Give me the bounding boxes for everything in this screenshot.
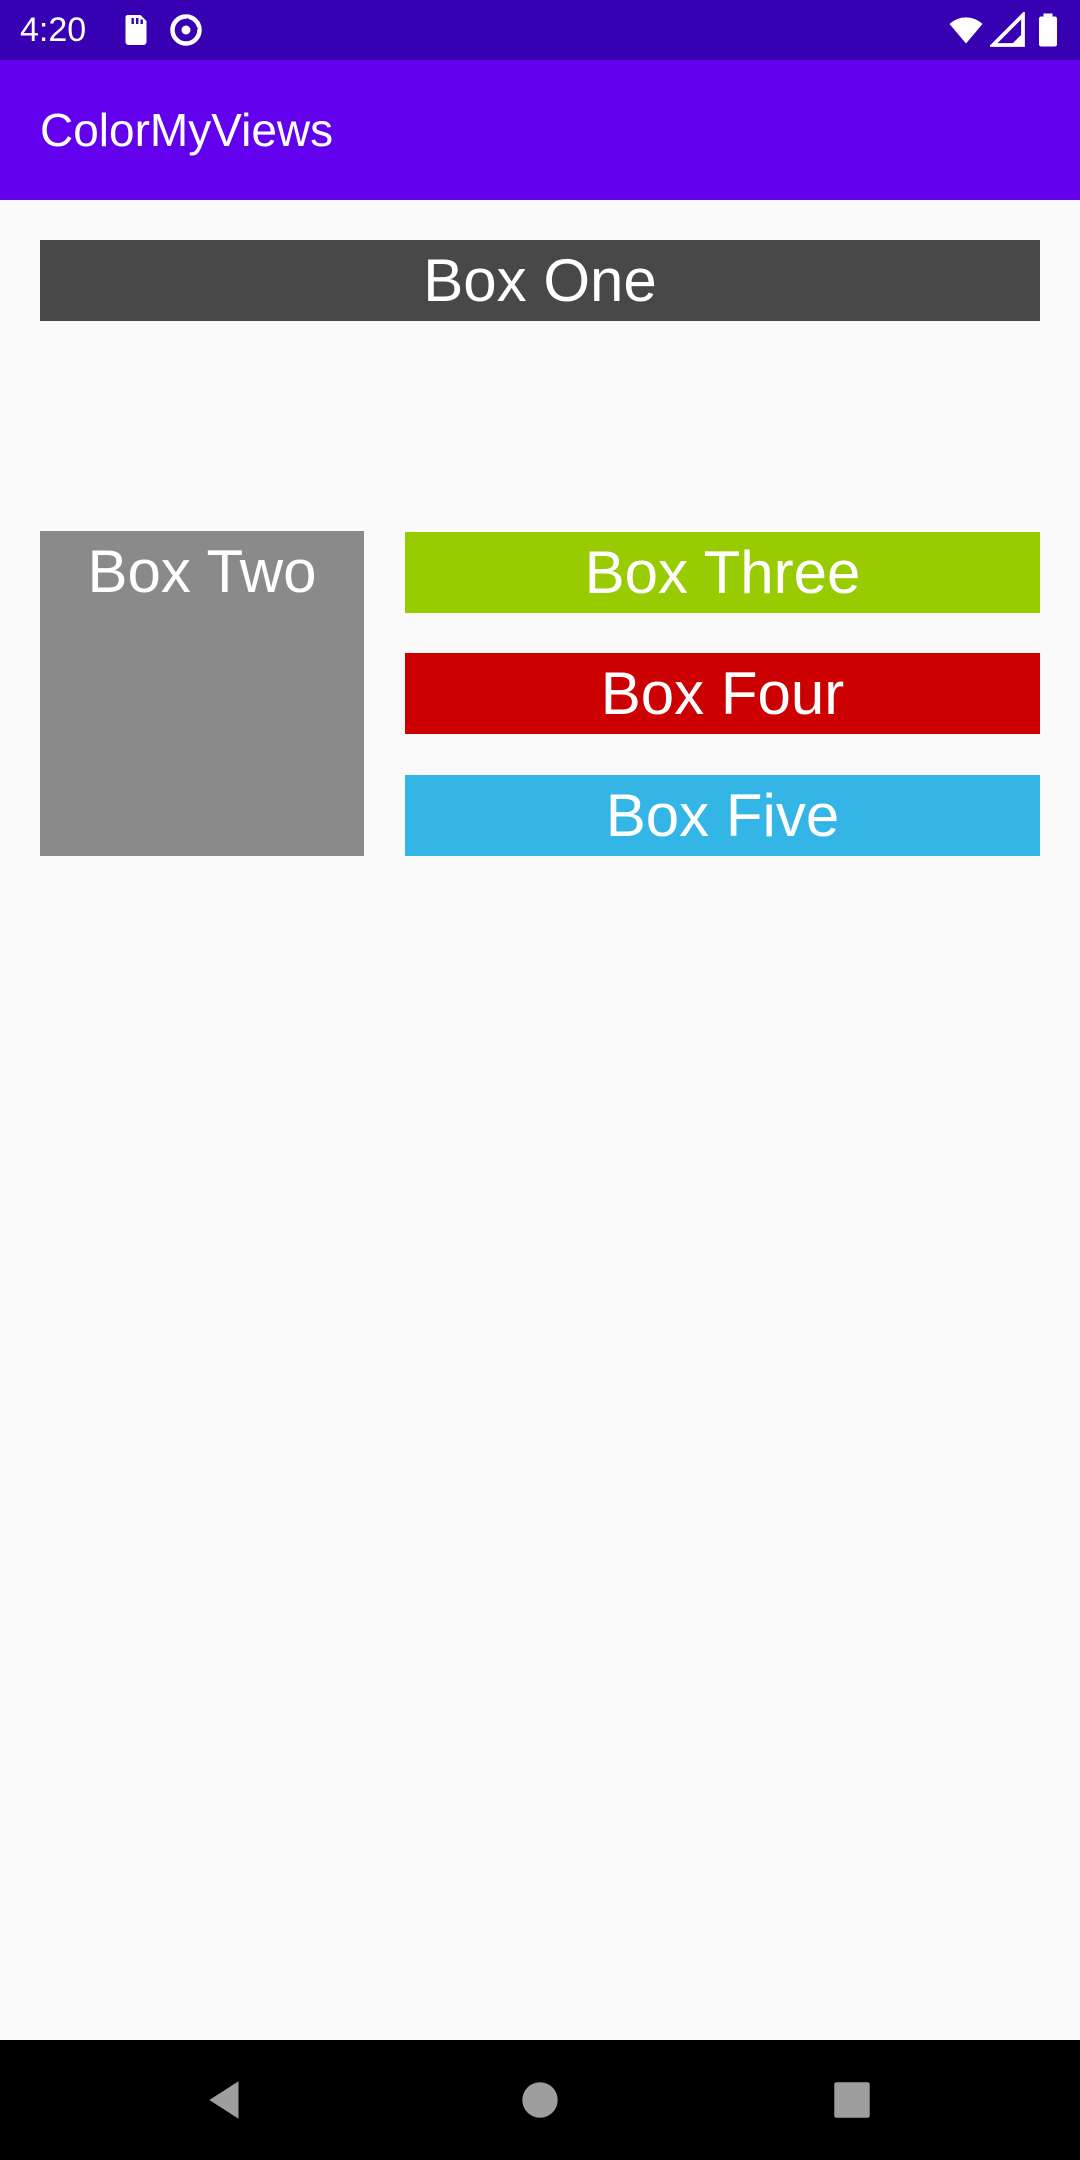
box-five-label: Box Five — [605, 782, 840, 849]
recents-icon[interactable] — [812, 2060, 892, 2140]
wifi-icon — [948, 12, 984, 48]
sd-card-icon — [118, 12, 154, 48]
content-area[interactable]: Box One Box Two Box Three Box Four Box F… — [0, 200, 1080, 2040]
app-title: ColorMyViews — [40, 104, 334, 156]
box-three[interactable]: Box Three — [405, 532, 1040, 613]
status-bar: 4:20 — [0, 0, 1080, 60]
box-one-label: Box One — [423, 247, 657, 314]
navigation-bar — [0, 2040, 1080, 2160]
app-bar: ColorMyViews — [0, 60, 1080, 200]
battery-icon — [1030, 12, 1066, 48]
status-time: 4:20 — [20, 11, 87, 49]
box-four-label: Box Four — [600, 660, 845, 727]
box-three-label: Box Three — [584, 539, 861, 606]
home-icon[interactable] — [500, 2060, 580, 2140]
box-two[interactable]: Box Two — [40, 531, 364, 856]
data-saver-icon — [168, 12, 204, 48]
back-icon[interactable] — [186, 2060, 266, 2140]
signal-icon — [988, 10, 1026, 48]
box-one[interactable]: Box One — [40, 240, 1040, 321]
box-four[interactable]: Box Four — [405, 653, 1040, 734]
box-two-label: Box Two — [87, 538, 317, 605]
box-five[interactable]: Box Five — [405, 775, 1040, 856]
